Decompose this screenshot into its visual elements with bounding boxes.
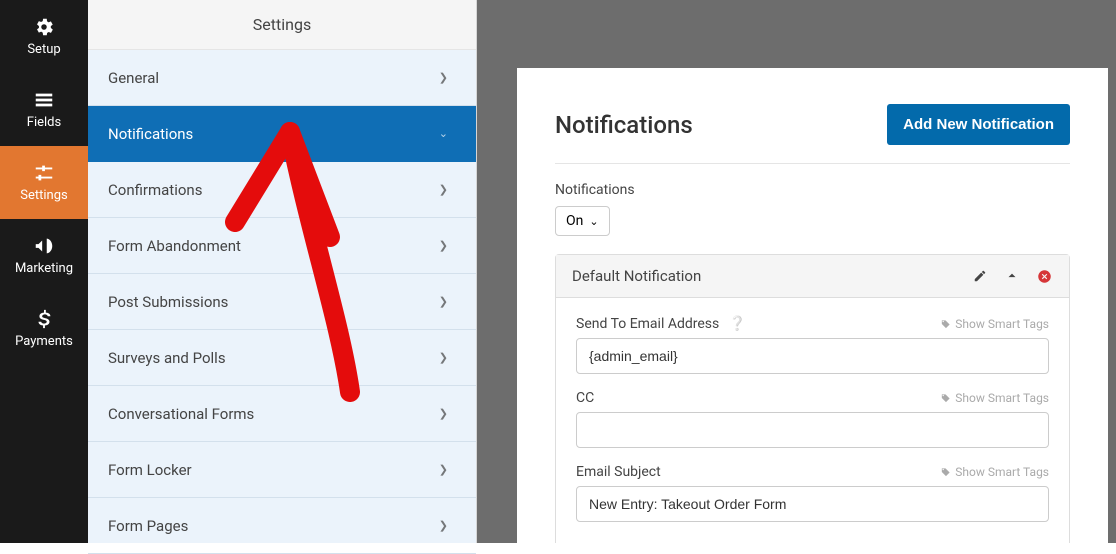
page-title: Notifications — [555, 111, 693, 139]
submenu-item-post-submissions[interactable]: Post Submissions ❯ — [88, 274, 476, 330]
add-notification-button[interactable]: Add New Notification — [887, 104, 1070, 145]
rail-item-marketing[interactable]: Marketing — [0, 219, 88, 292]
submenu-item-label: Confirmations — [108, 181, 202, 199]
subject-input[interactable] — [576, 486, 1049, 522]
delete-icon[interactable] — [1035, 269, 1053, 284]
submenu-item-form-abandonment[interactable]: Form Abandonment ❯ — [88, 218, 476, 274]
rail-item-setup[interactable]: Setup — [0, 0, 88, 73]
content-stage: Notifications Add New Notification Notif… — [477, 0, 1116, 543]
panel-head: Default Notification — [556, 255, 1069, 298]
list-icon — [33, 89, 55, 111]
dollar-icon — [33, 308, 55, 330]
submenu-item-label: Conversational Forms — [108, 405, 254, 423]
chevron-right-icon: ❯ — [439, 407, 448, 420]
submenu-item-surveys-polls[interactable]: Surveys and Polls ❯ — [88, 330, 476, 386]
smart-tags-link[interactable]: Show Smart Tags — [940, 465, 1049, 479]
submenu-item-notifications[interactable]: Notifications ⌄ — [88, 106, 476, 162]
submenu-item-label: Form Locker — [108, 461, 192, 479]
subject-label: Email Subject — [576, 464, 661, 480]
submenu-item-label: Surveys and Polls — [108, 349, 226, 367]
collapse-icon[interactable] — [1003, 269, 1021, 283]
submenu-title: Settings — [88, 0, 476, 50]
panel-section-title: Default Notification — [572, 267, 701, 285]
submenu-item-form-locker[interactable]: Form Locker ❯ — [88, 442, 476, 498]
chevron-right-icon: ❯ — [439, 71, 448, 84]
chevron-right-icon: ❯ — [439, 183, 448, 196]
rail-item-payments[interactable]: Payments — [0, 292, 88, 365]
rail-item-settings[interactable]: Settings — [0, 146, 88, 219]
submenu-item-label: Form Pages — [108, 517, 188, 535]
submenu-item-label: General — [108, 69, 159, 87]
rail-label: Fields — [27, 115, 61, 130]
cc-label: CC — [576, 390, 594, 406]
cc-input[interactable] — [576, 412, 1049, 448]
rail-label: Marketing — [15, 261, 73, 276]
toggle-value: On — [566, 213, 583, 229]
rail-label: Settings — [20, 188, 67, 203]
rail-item-fields[interactable]: Fields — [0, 73, 88, 146]
notifications-toggle-block: Notifications On ⌄ — [555, 182, 1070, 236]
chevron-right-icon: ❯ — [439, 463, 448, 476]
submenu-item-label: Notifications — [108, 125, 193, 143]
card-header: Notifications Add New Notification — [555, 104, 1070, 164]
sliders-icon — [33, 162, 55, 184]
toggle-label: Notifications — [555, 182, 1070, 198]
rail-label: Payments — [15, 334, 73, 349]
smart-tags-link[interactable]: Show Smart Tags — [940, 391, 1049, 405]
chevron-right-icon: ❯ — [439, 519, 448, 532]
panel-body: Send To Email Address ❔ Show Smart Tags … — [556, 298, 1069, 543]
edit-icon[interactable] — [971, 269, 989, 283]
notifications-toggle-select[interactable]: On ⌄ — [555, 206, 610, 236]
default-notification-panel: Default Notification Send T — [555, 254, 1070, 543]
send-to-input[interactable] — [576, 338, 1049, 374]
chevron-right-icon: ❯ — [439, 239, 448, 252]
submenu-item-label: Post Submissions — [108, 293, 228, 311]
chevron-right-icon: ❯ — [439, 351, 448, 364]
gear-icon — [33, 16, 55, 38]
help-icon[interactable]: ❔ — [729, 316, 746, 332]
settings-submenu: Settings General ❯ Notifications ⌄ Confi… — [88, 0, 477, 543]
submenu-item-label: Form Abandonment — [108, 237, 241, 255]
rail-label: Setup — [27, 42, 60, 57]
send-to-label: Send To Email Address ❔ — [576, 316, 746, 332]
submenu-item-conversational-forms[interactable]: Conversational Forms ❯ — [88, 386, 476, 442]
submenu-item-general[interactable]: General ❯ — [88, 50, 476, 106]
submenu-item-form-pages[interactable]: Form Pages ❯ — [88, 498, 476, 554]
left-rail: Setup Fields Settings Marketing Payments — [0, 0, 88, 543]
bullhorn-icon — [33, 235, 55, 257]
chevron-right-icon: ❯ — [439, 295, 448, 308]
smart-tags-link[interactable]: Show Smart Tags — [940, 317, 1049, 331]
submenu-item-confirmations[interactable]: Confirmations ❯ — [88, 162, 476, 218]
chevron-down-icon: ⌄ — [589, 215, 598, 228]
notifications-card: Notifications Add New Notification Notif… — [517, 68, 1108, 543]
chevron-down-icon: ⌄ — [439, 127, 448, 140]
